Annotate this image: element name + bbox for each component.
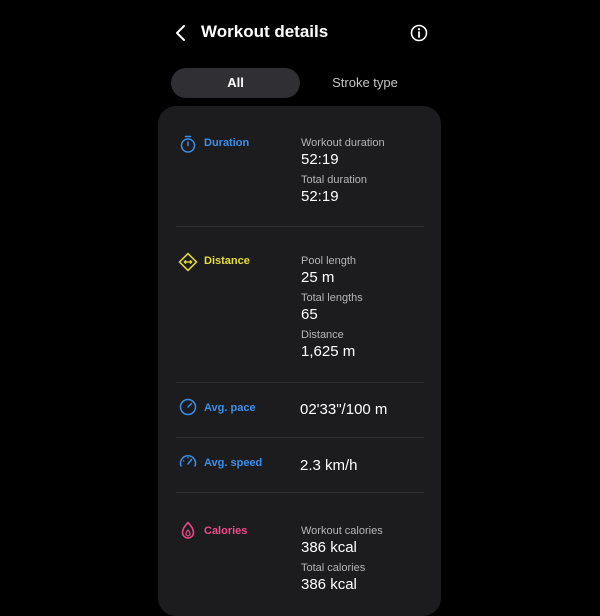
calories-values: Workout calories 386 kcal Total calories… [301,525,383,599]
info-icon [410,24,428,42]
distance-values: Pool length 25 m Total lengths 65 Distan… [301,255,363,366]
total-duration-value: 52:19 [301,188,339,205]
workout-duration-value: 52:19 [301,151,339,168]
total-lengths-value: 65 [301,306,318,323]
duration-label: Duration [204,137,250,149]
workout-calories-key: Workout calories [301,525,383,537]
divider [176,382,424,383]
avg-pace-value: 02'33"/100 m [300,401,388,418]
back-icon [176,25,185,41]
flame-icon [181,521,195,539]
back-button[interactable] [170,20,192,46]
total-lengths-key: Total lengths [301,292,363,304]
duration-section: Duration Workout duration 52:19 Total du… [176,134,424,219]
header: Workout details [0,0,600,66]
avg-speed-label: Avg. speed [204,457,263,469]
tab-all[interactable]: All [171,68,300,98]
duration-values: Workout duration 52:19 Total duration 52… [301,137,385,211]
calories-label: Calories [204,525,248,537]
tab-bar: All Stroke type [170,68,432,98]
info-button[interactable] [408,22,430,44]
distance-icon [178,252,198,272]
distance-section: Distance Pool length 25 m Total lengths … [176,252,424,372]
stopwatch-icon [180,135,196,153]
distance-key: Distance [301,329,344,341]
calories-section: Calories Workout calories 386 kcal Total… [176,519,424,609]
pool-length-key: Pool length [301,255,357,267]
distance-value: 1,625 m [301,343,356,360]
workout-duration-key: Workout duration [301,137,385,149]
avg-speed-section: Avg. speed 2.3 km/h [176,452,424,482]
total-calories-value: 386 kcal [301,576,357,593]
avg-pace-section: Avg. pace 02'33"/100 m [176,396,424,426]
divider [176,437,424,438]
workout-calories-value: 386 kcal [301,539,357,556]
avg-speed-value: 2.3 km/h [300,457,358,474]
divider [176,492,424,493]
pace-icon [179,398,197,416]
pool-length-value: 25 m [301,269,335,286]
page-title: Workout details [201,22,329,41]
total-duration-key: Total duration [301,174,368,186]
avg-pace-label: Avg. pace [204,402,256,414]
distance-label: Distance [204,255,250,267]
total-calories-key: Total calories [301,562,366,574]
divider [176,226,424,227]
tab-stroke-type[interactable]: Stroke type [300,68,430,98]
workout-details-card: Duration Workout duration 52:19 Total du… [158,106,441,616]
speedometer-icon [179,455,197,467]
